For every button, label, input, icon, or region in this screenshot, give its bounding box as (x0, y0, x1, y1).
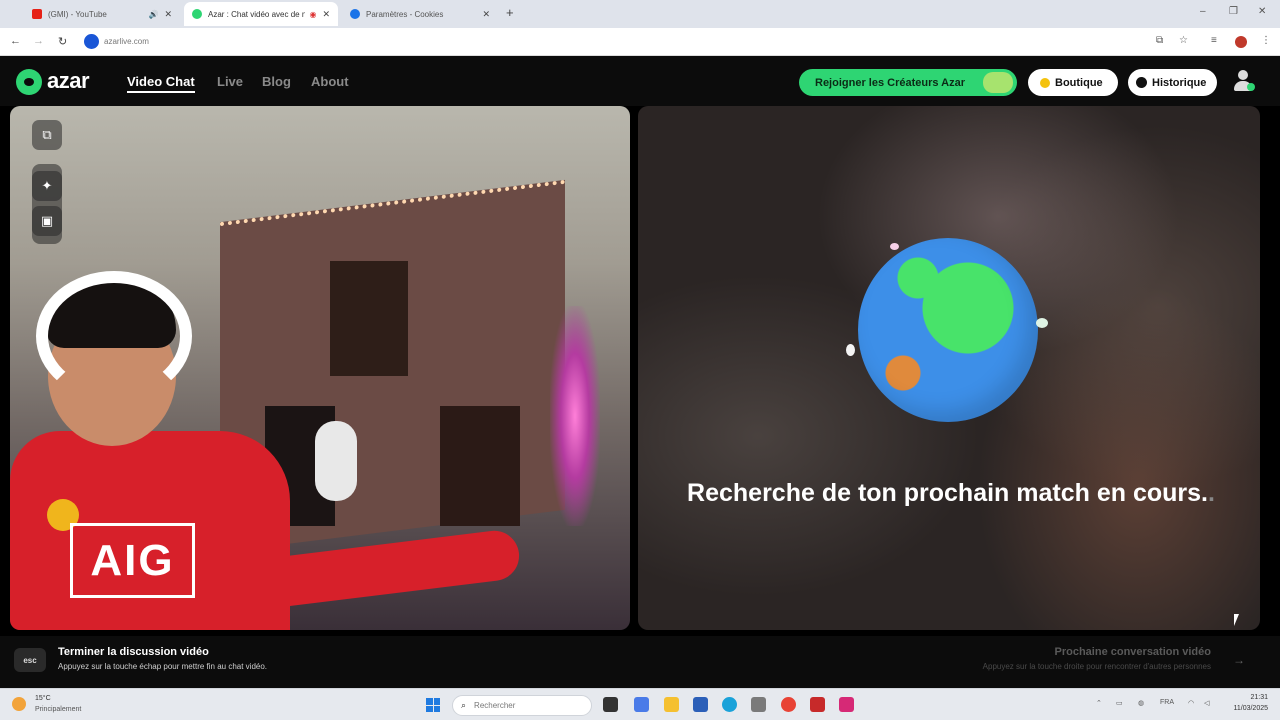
chat-footer-bar: esc Terminer la discussion vidéo Appuyez… (0, 636, 1280, 688)
task-view-icon[interactable] (603, 697, 618, 712)
file-explorer-icon[interactable] (664, 697, 679, 712)
local-camera-view: AIG ⧉ ✦ ▣ (10, 106, 630, 630)
azar-logo-icon[interactable] (16, 69, 42, 95)
extensions-icon[interactable]: ≡ (1211, 35, 1217, 46)
close-tab-icon[interactable]: ✕ (322, 9, 330, 20)
history-button[interactable]: Historique (1128, 69, 1217, 96)
tab-title: (GMI) - YouTube (48, 9, 107, 19)
forward-arrow-icon[interactable]: → (33, 35, 44, 47)
azar-favicon-icon (192, 9, 202, 19)
join-creators-button[interactable]: Rejoigner les Créateurs Azar (799, 69, 1017, 96)
next-arrow-button[interactable]: → (1226, 648, 1252, 672)
app-icon[interactable] (810, 697, 825, 712)
coin-icon (1040, 77, 1050, 88)
browser-tab-bar: (GMI) - YouTube 🔊 ✕ Azar : Chat vidéo av… (0, 0, 1280, 28)
back-arrow-icon[interactable]: ← (10, 35, 21, 47)
reload-icon[interactable]: ↻ (58, 35, 67, 48)
maximize-icon[interactable]: ❐ (1229, 6, 1238, 17)
close-window-icon[interactable]: ✕ (1258, 6, 1266, 17)
address-bar: ← → ↻ azarlive.com ⧉ ☆ ≡ ⋮ (0, 28, 1280, 56)
chrome-browser-icon[interactable] (781, 697, 796, 712)
camera-app-icon[interactable] (751, 697, 766, 712)
nav-video-chat[interactable]: Video Chat (127, 74, 195, 93)
settings-gear-icon (350, 9, 360, 19)
tray-chevron-icon[interactable]: ⌃ (1096, 699, 1102, 707)
weather-temperature[interactable]: 15°C (35, 695, 51, 702)
tab-azar[interactable]: Azar : Chat vidéo avec de n ◉ ✕ (184, 2, 338, 26)
install-app-icon[interactable]: ⧉ (1156, 35, 1163, 46)
next-chat-title[interactable]: Prochaine conversation vidéo (1055, 646, 1212, 658)
menu-dots-icon[interactable]: ⋮ (1261, 35, 1271, 46)
video-chat-area: AIG ⧉ ✦ ▣ Recherche de ton prochain matc… (0, 106, 1280, 636)
nav-live[interactable]: Live (217, 74, 243, 89)
wifi-icon[interactable]: ◠ (1188, 699, 1194, 707)
tray-app-icon[interactable]: ◍ (1138, 699, 1144, 707)
recording-icon: ◉ (309, 9, 317, 19)
edge-browser-icon[interactable] (722, 697, 737, 712)
camera-switch-icon[interactable]: ⧉ (32, 120, 62, 150)
join-creators-label: Rejoigner les Créateurs Azar (815, 76, 965, 89)
remote-video-view: Recherche de ton prochain match en cours… (638, 106, 1260, 630)
tab-settings-cookies[interactable]: Paramètres - Cookies ✕ (342, 2, 498, 26)
weather-description[interactable]: Principalement (35, 706, 81, 713)
tab-youtube[interactable]: (GMI) - YouTube 🔊 ✕ (24, 2, 180, 26)
minimize-icon[interactable]: – (1200, 6, 1206, 17)
shirt-text: AIG (70, 523, 195, 598)
effects-sparkle-icon[interactable]: ✦ (32, 171, 62, 201)
tab-title: Paramètres - Cookies (366, 9, 444, 19)
searching-dots: . (1208, 479, 1215, 507)
shop-label: Boutique (1055, 76, 1103, 89)
shop-button[interactable]: Boutique (1028, 69, 1118, 96)
volume-icon[interactable]: ◁ (1204, 699, 1209, 707)
taskbar-search-placeholder: Rechercher (474, 701, 516, 710)
clock-time[interactable]: 21:31 (1220, 694, 1268, 701)
search-icon: ⌕ (461, 700, 467, 710)
close-tab-icon[interactable]: ✕ (164, 9, 172, 20)
copilot-icon[interactable] (634, 697, 649, 712)
bookmark-star-icon[interactable]: ☆ (1179, 35, 1188, 46)
next-chat-subtitle: Appuyez sur la touche droite pour rencon… (982, 662, 1211, 671)
site-header: azar Video Chat Live Blog About Rejoigne… (0, 56, 1280, 106)
history-label: Historique (1152, 76, 1207, 89)
instagram-icon[interactable] (839, 697, 854, 712)
windows-start-icon[interactable] (426, 698, 440, 712)
weather-icon[interactable] (12, 697, 26, 711)
mouse-cursor-icon (1234, 614, 1239, 626)
site-info-icon[interactable] (84, 34, 99, 49)
nav-about[interactable]: About (311, 74, 349, 89)
searching-message: Recherche de ton prochain match en cours… (678, 478, 1224, 509)
url-text[interactable]: azarlive.com (104, 37, 149, 46)
store-icon[interactable] (693, 697, 708, 712)
headphones-image (36, 271, 192, 401)
user-profile-icon[interactable] (1232, 70, 1255, 92)
tab-title: Azar : Chat vidéo avec de n (208, 9, 306, 19)
esc-key-button[interactable]: esc (14, 648, 46, 672)
close-tab-icon[interactable]: ✕ (482, 9, 490, 20)
filter-icon[interactable]: ▣ (32, 206, 62, 236)
tray-network-icon[interactable]: ▭ (1116, 699, 1123, 707)
searching-text: Recherche de ton prochain match en cours… (687, 479, 1208, 507)
language-indicator[interactable]: FRA (1160, 699, 1174, 706)
end-chat-title[interactable]: Terminer la discussion vidéo (58, 646, 209, 658)
youtube-favicon-icon (32, 9, 42, 19)
new-tab-button[interactable]: + (506, 5, 514, 20)
end-chat-subtitle: Appuyez sur la touche échap pour mettre … (58, 662, 268, 671)
windows-taskbar: 15°C Principalement ⌕ Rechercher ⌃ ▭ ◍ F… (0, 688, 1280, 720)
taskbar-search-box[interactable]: ⌕ Rechercher (452, 695, 592, 716)
speaker-icon[interactable]: 🔊 (148, 10, 158, 19)
clock-icon (1136, 77, 1147, 88)
profile-avatar-icon[interactable] (1235, 36, 1247, 48)
nav-blog[interactable]: Blog (262, 74, 291, 89)
globe-icon (858, 238, 1038, 422)
microphone-image (315, 421, 357, 501)
online-status-icon (1247, 83, 1255, 91)
clock-date[interactable]: 11/03/2025 (1220, 705, 1268, 712)
azar-logo-text[interactable]: azar (47, 68, 90, 94)
creators-decoration-icon (983, 72, 1013, 93)
